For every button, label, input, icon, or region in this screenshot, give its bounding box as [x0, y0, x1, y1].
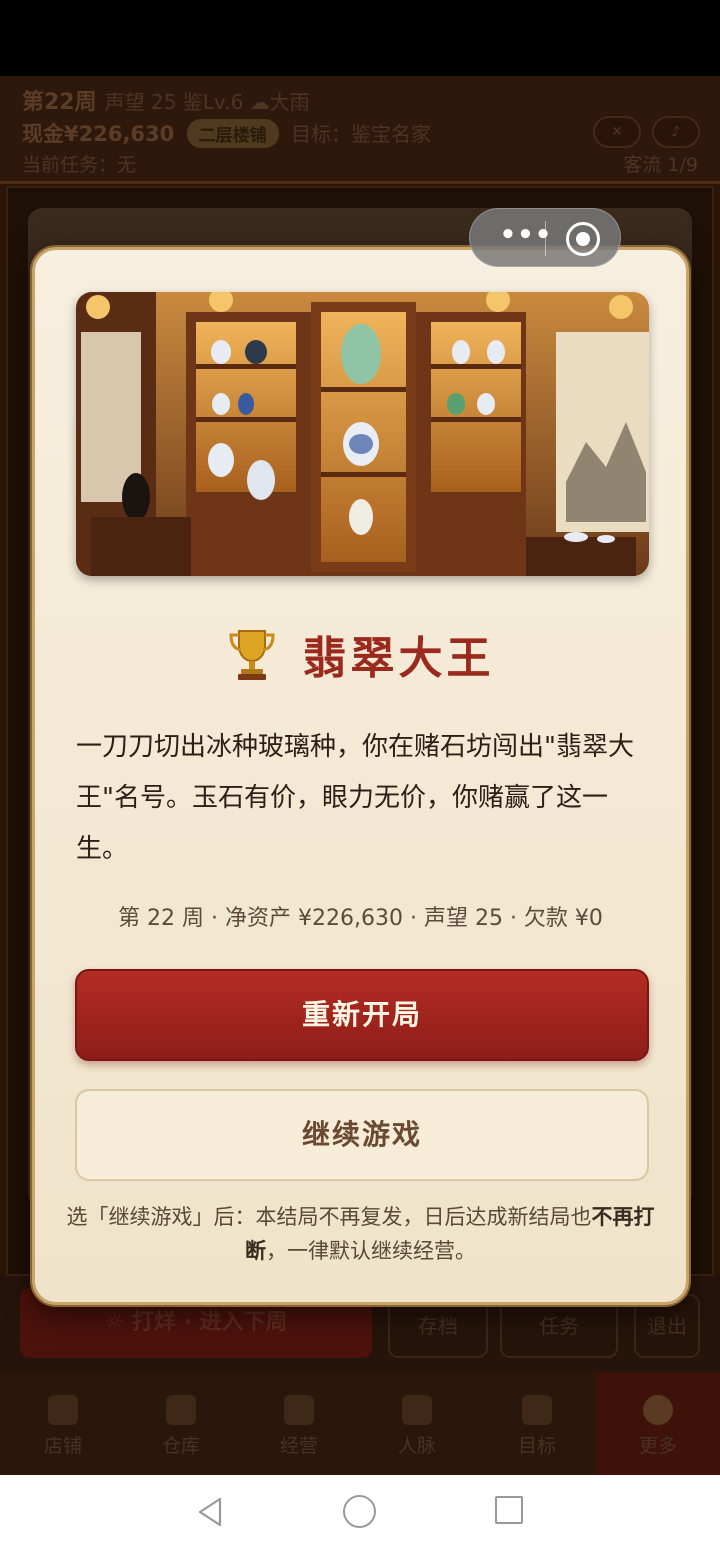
ending-stats: 第 22 周 · 净资产 ¥226,630 · 声望 25 · 欠款 ¥0 — [118, 906, 603, 931]
hud: 第22周 声望 25 鉴Lv.6 ☁大雨 现金¥226,630 二层楼铺 目标：鉴… — [0, 76, 720, 184]
tab-bar: 店铺 仓库 经营 人脉 目标 更多 — [0, 1373, 720, 1475]
hud-row-1: 第22周 声望 25 鉴Lv.6 ☁大雨 — [22, 84, 310, 116]
ending-modal: 翡翠大王 一刀刀切出冰种玻璃种，你在赌石坊闯出"翡翠大王"名号。玉石有价，眼力无… — [32, 247, 689, 1305]
note-text: 选「继续游戏」后：本结局不再复发，日后达成新结局也 — [66, 1205, 592, 1229]
close-mini-program-icon[interactable] — [566, 222, 600, 256]
tab-people[interactable]: 人脉 — [358, 1373, 476, 1475]
goal-icon — [522, 1395, 552, 1425]
week-label: 第22周 — [22, 90, 97, 115]
restart-button[interactable]: 重新开局 — [75, 969, 649, 1061]
mini-program-capsule: ••• — [469, 208, 621, 267]
hud-row-2: 现金¥226,630 二层楼铺 目标：鉴宝名家 — [22, 118, 431, 148]
note-text-end: ，一律默认继续经营。 — [266, 1239, 476, 1263]
recent-apps-icon[interactable] — [495, 1496, 523, 1524]
capsule-divider — [545, 221, 546, 256]
ending-title-row: 翡翠大王 — [35, 622, 686, 692]
trophy-icon — [227, 627, 277, 681]
tab-shop[interactable]: 店铺 — [4, 1373, 122, 1475]
music-icon[interactable]: ♪ — [652, 116, 700, 148]
continue-button[interactable]: 继续游戏 — [75, 1089, 649, 1181]
system-nav-bar — [0, 1475, 720, 1549]
traffic-label: 客流 1/9 — [623, 154, 698, 176]
illustration-svg — [76, 292, 649, 576]
ending-description: 一刀刀切出冰种玻璃种，你在赌石坊闯出"翡翠大王"名号。玉石有价，眼力无价，你赌赢… — [76, 732, 634, 864]
goal-label: 目标：鉴宝名家 — [290, 122, 431, 146]
shop-icon — [48, 1395, 78, 1425]
status-bar — [0, 0, 720, 76]
warehouse-icon — [166, 1395, 196, 1425]
people-icon — [402, 1395, 432, 1425]
mute-icon[interactable]: ✕ — [593, 116, 641, 148]
home-icon[interactable] — [343, 1495, 376, 1528]
cash-label: 现金¥226,630 — [22, 122, 175, 146]
tab-label: 人脉 — [397, 1435, 436, 1457]
weather-label: 大雨 — [269, 90, 310, 114]
tab-warehouse[interactable]: 仓库 — [122, 1373, 240, 1475]
task-label: 当前任务：无 — [22, 154, 137, 176]
business-icon — [284, 1395, 314, 1425]
tab-label: 店铺 — [43, 1435, 82, 1457]
tab-goal[interactable]: 目标 — [478, 1373, 596, 1475]
continue-note: 选「继续游戏」后：本结局不再复发，日后达成新结局也不再打断，一律默认继续经营。 — [55, 1200, 666, 1268]
tab-label: 目标 — [517, 1435, 556, 1457]
reputation-level: 声望 25 鉴Lv.6 — [104, 90, 244, 114]
tab-more[interactable]: 更多 — [596, 1373, 720, 1475]
tab-label: 仓库 — [161, 1435, 200, 1457]
cloud-icon: ☁ — [249, 90, 270, 114]
tab-label: 经营 — [279, 1435, 318, 1457]
ending-title: 翡翠大王 — [302, 633, 495, 684]
tab-label: 更多 — [638, 1435, 677, 1457]
antique-shop-illustration — [76, 292, 649, 576]
more-icon — [643, 1395, 673, 1425]
more-options-icon[interactable]: ••• — [490, 209, 562, 268]
shop-badge: 二层楼铺 — [186, 119, 279, 148]
back-icon[interactable] — [196, 1497, 226, 1527]
tab-business[interactable]: 经营 — [240, 1373, 358, 1475]
